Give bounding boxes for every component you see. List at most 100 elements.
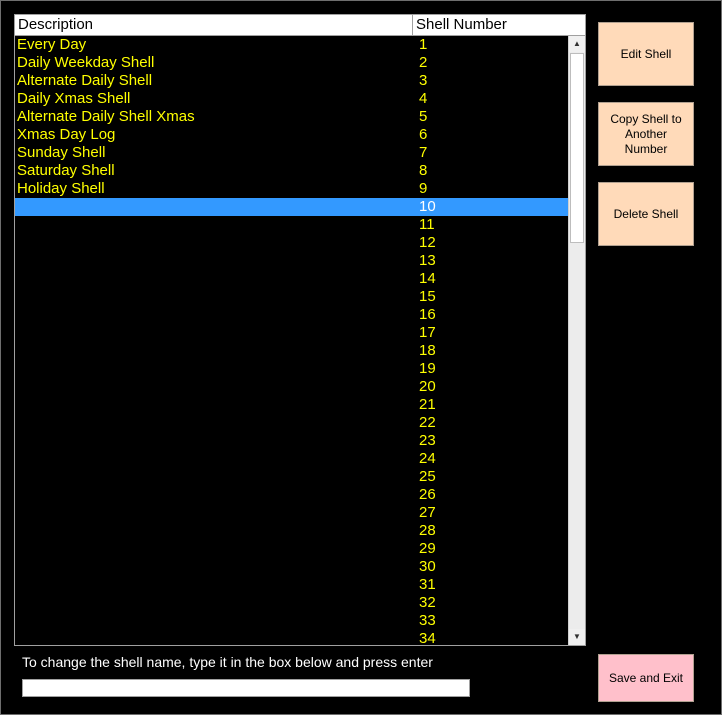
rename-hint: To change the shell name, type it in the… [22,654,433,670]
table-row[interactable]: Sunday Shell 7 [15,144,568,162]
row-description [15,198,419,216]
table-row[interactable]: 27 [15,504,568,522]
scroll-down-arrow-icon[interactable]: ▼ [569,629,585,645]
table-row[interactable]: 28 [15,522,568,540]
table-row[interactable]: Daily Weekday Shell 2 [15,54,568,72]
table-row[interactable]: 20 [15,378,568,396]
table-row[interactable]: 21 [15,396,568,414]
vertical-scrollbar[interactable]: ▲ ▼ [568,36,585,645]
table-row[interactable]: Alternate Daily Shell Xmas 5 [15,108,568,126]
row-description [15,432,419,450]
table-row[interactable]: 19 [15,360,568,378]
shell-name-input[interactable] [22,679,470,697]
table-row[interactable]: 13 [15,252,568,270]
row-shell-number: 17 [419,324,436,341]
row-shell-number: 16 [419,306,436,323]
table-row[interactable]: 10 [15,198,568,216]
row-description: Alternate Daily Shell Xmas [17,108,195,125]
scroll-up-arrow-icon[interactable]: ▲ [569,36,585,52]
row-shell-number: 34 [419,630,436,645]
table-row[interactable]: 18 [15,342,568,360]
row-description [15,522,419,540]
row-shell-number: 28 [419,522,436,539]
table-row[interactable]: 12 [15,234,568,252]
table-row[interactable]: 17 [15,324,568,342]
table-row[interactable]: 26 [15,486,568,504]
row-shell-number: 23 [419,432,436,449]
row-description [15,360,419,378]
save-and-exit-button[interactable]: Save and Exit [598,654,694,702]
table-row[interactable]: 32 [15,594,568,612]
row-shell-number: 18 [419,342,436,359]
row-shell-number: 12 [419,234,436,251]
row-shell-number: 27 [419,504,436,521]
row-description: Xmas Day Log [17,126,116,143]
row-description [15,504,419,522]
table-row[interactable]: 24 [15,450,568,468]
row-description [15,486,419,504]
row-description [15,630,419,645]
row-description: Daily Xmas Shell [17,90,131,107]
table-row[interactable]: 14 [15,270,568,288]
table-row[interactable]: 11 [15,216,568,234]
row-description [15,378,419,396]
row-shell-number: 1 [419,36,428,53]
row-description [15,252,419,270]
row-shell-number: 31 [419,576,436,593]
table-row[interactable]: Every Day 1 [15,36,568,54]
row-description [15,594,419,612]
table-row[interactable]: Alternate Daily Shell 3 [15,72,568,90]
table-row[interactable]: 25 [15,468,568,486]
copy-shell-button[interactable]: Copy Shell to Another Number [598,102,694,166]
table-row[interactable]: 15 [15,288,568,306]
row-description [15,324,419,342]
row-shell-number: 19 [419,360,436,377]
row-shell-number: 20 [419,378,436,395]
edit-shell-button[interactable]: Edit Shell [598,22,694,86]
table-row[interactable]: Holiday Shell 9 [15,180,568,198]
table-row[interactable]: 16 [15,306,568,324]
row-shell-number: 21 [419,396,436,413]
row-shell-number: 15 [419,288,436,305]
shell-grid: Description Shell Number Every Day 1 Daily… [14,14,586,646]
row-description: Alternate Daily Shell [17,72,153,89]
row-shell-number: 10 [419,198,436,215]
row-description [15,450,419,468]
row-description [15,288,419,306]
row-description: Saturday Shell [17,162,115,179]
table-row[interactable]: 31 [15,576,568,594]
row-shell-number: 7 [419,144,428,161]
row-description [15,396,419,414]
row-description [15,414,419,432]
table-row[interactable]: 34 [15,630,568,645]
column-header-description[interactable]: Description [15,15,413,35]
table-row[interactable]: Daily Xmas Shell 4 [15,90,568,108]
row-shell-number: 14 [419,270,436,287]
row-description [15,234,419,252]
table-row[interactable]: 23 [15,432,568,450]
row-shell-number: 8 [419,162,428,179]
scrollbar-thumb[interactable] [570,53,584,243]
table-row[interactable]: 22 [15,414,568,432]
row-shell-number: 11 [419,216,435,233]
table-row[interactable]: Saturday Shell 8 [15,162,568,180]
row-shell-number: 4 [419,90,428,107]
row-shell-number: 30 [419,558,436,575]
row-description: Every Day [17,36,87,53]
table-row[interactable]: Xmas Day Log 6 [15,126,568,144]
column-header-shell-number[interactable]: Shell Number [413,15,585,35]
row-shell-number: 22 [419,414,436,431]
row-description [15,558,419,576]
delete-shell-button[interactable]: Delete Shell [598,182,694,246]
table-row[interactable]: 29 [15,540,568,558]
grid-rows: Every Day 1 Daily Weekday Shell 2 Alternate … [15,36,568,645]
row-description [15,576,419,594]
table-row[interactable]: 30 [15,558,568,576]
row-shell-number: 13 [419,252,436,269]
row-shell-number: 9 [419,180,428,197]
table-row[interactable]: 33 [15,612,568,630]
row-shell-number: 5 [419,108,428,125]
row-description [15,270,419,288]
row-shell-number: 33 [419,612,436,629]
row-description: Holiday Shell [17,180,105,197]
